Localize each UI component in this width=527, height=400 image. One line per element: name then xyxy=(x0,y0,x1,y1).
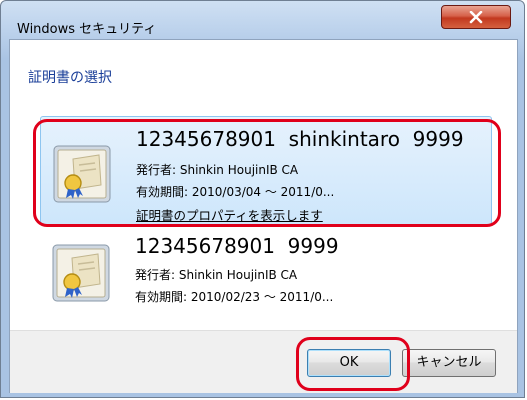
highlight-ok-button xyxy=(296,337,410,391)
certificate-item[interactable]: 12345678901 9999 発行者: Shinkin HoujinIB C… xyxy=(40,230,492,315)
certificate-issuer: 発行者: Shinkin HoujinIB CA xyxy=(135,268,298,282)
cancel-button[interactable]: キャンセル xyxy=(402,349,496,377)
close-button[interactable] xyxy=(441,5,511,29)
title-bar[interactable]: Windows セキュリティ xyxy=(1,1,524,39)
dialog-subtitle: 証明書の選択 xyxy=(28,70,112,86)
dialog-footer: OK キャンセル xyxy=(10,330,517,393)
window-title: Windows セキュリティ xyxy=(17,22,157,37)
dialog-window: Windows セキュリティ 証明書の選択 12345678901 shinki… xyxy=(0,0,525,398)
certificate-icon xyxy=(52,244,110,302)
certificate-name: 12345678901 9999 xyxy=(135,234,339,258)
close-icon xyxy=(469,11,483,24)
certificate-validity: 有効期間: 2010/02/23 ～ 2011/0... xyxy=(135,290,334,304)
highlight-selected-certificate xyxy=(33,119,501,227)
